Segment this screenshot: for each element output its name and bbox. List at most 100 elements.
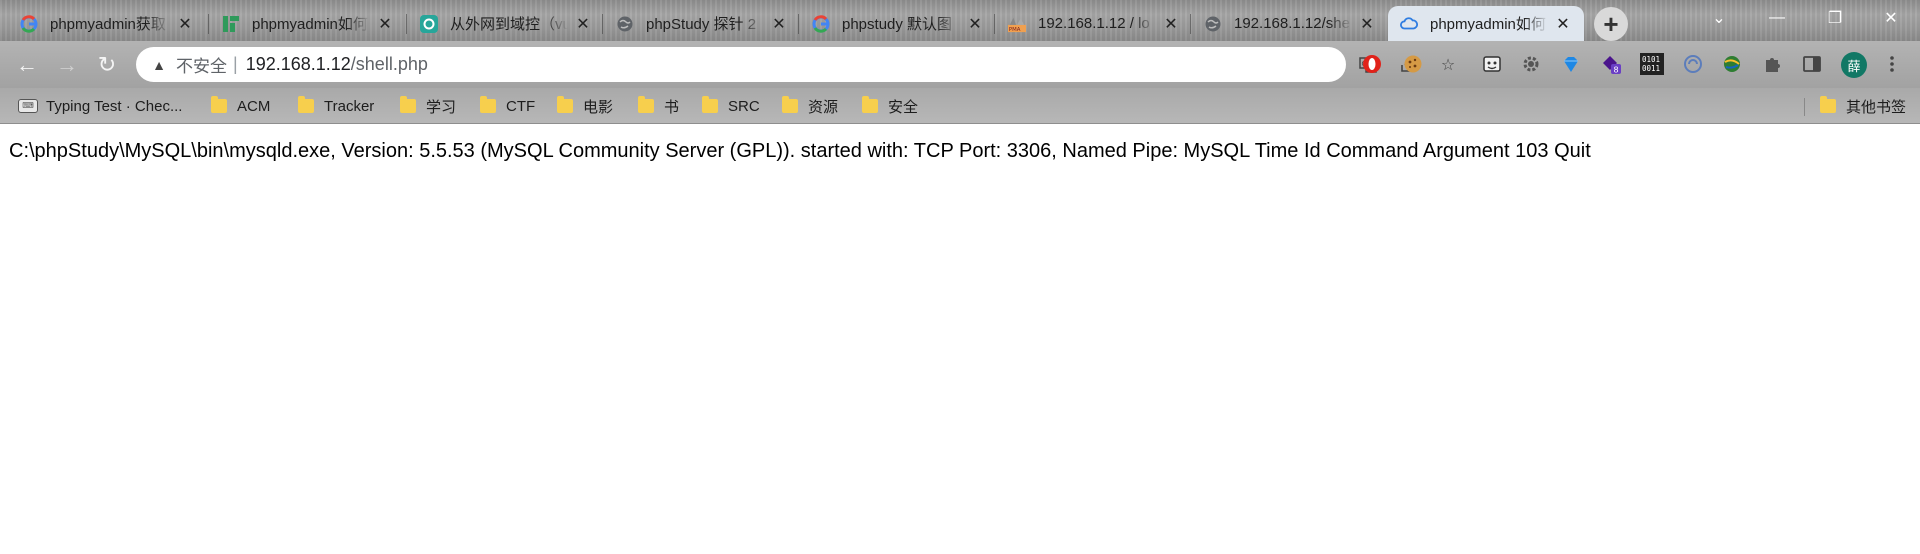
- folder-icon: [480, 96, 496, 113]
- page-output-text: C:\phpStudy\MySQL\bin\mysqld.exe, Versio…: [9, 140, 1591, 162]
- bookmark-label: 资源: [808, 98, 839, 116]
- minimize-icon: —: [1769, 9, 1785, 26]
- warning-icon: ▲: [152, 56, 166, 73]
- tab-title: phpmyadmin如何: [252, 16, 368, 33]
- side-panel-icon[interactable]: [1801, 53, 1823, 75]
- url-text[interactable]: 192.168.1.12/shell.php: [246, 54, 428, 75]
- bookmark-label: SRC: [728, 97, 760, 115]
- tab-4[interactable]: phpStudy 探针 2 ✕: [604, 6, 800, 41]
- folder-icon: [400, 96, 416, 113]
- bookmark-label: Tracker: [324, 97, 375, 115]
- folder-icon: [638, 96, 654, 113]
- cookie-icon[interactable]: [1402, 53, 1424, 75]
- restore-button[interactable]: ❐: [1806, 0, 1864, 36]
- avatar[interactable]: 薛: [1841, 52, 1867, 78]
- url-path: /shell.php: [350, 54, 428, 74]
- close-icon[interactable]: ✕: [1554, 15, 1572, 33]
- bookmark-typing-test[interactable]: ⌨ Typing Test · Chec...: [18, 94, 182, 118]
- bookmarks-bar: ⌨ Typing Test · Chec... ACM Tracker 学习 C…: [0, 88, 1920, 124]
- bookmark-label: 安全: [888, 98, 919, 116]
- close-icon[interactable]: ✕: [966, 15, 984, 33]
- binary-label-top: 0101: [1642, 55, 1660, 64]
- star-icon[interactable]: ☆: [1438, 55, 1458, 75]
- url-host: 192.168.1.12: [245, 54, 351, 74]
- arrow-left-icon: ←: [16, 52, 38, 77]
- new-tab-button[interactable]: +: [1594, 7, 1628, 41]
- browser-toolbar: ← → ↻ ▲ 不安全 | 192.168.1.12/shell.php G ☆…: [0, 41, 1920, 88]
- keyboard-icon: ⌨: [18, 99, 38, 113]
- address-bar[interactable]: ▲ 不安全 | 192.168.1.12/shell.php G ☆: [136, 47, 1455, 82]
- svg-text:PMA: PMA: [1009, 27, 1021, 33]
- screenshot-extension-icon[interactable]: [1481, 53, 1503, 75]
- folder-icon: [782, 96, 798, 113]
- tab-8-active[interactable]: phpmyadmin如何 ✕: [1388, 6, 1584, 41]
- bookmark-label: Typing Test · Chec...: [46, 97, 183, 115]
- tab-3[interactable]: 从外网到域控（vu ✕: [408, 6, 604, 41]
- tab-title: phpstudy 默认图: [842, 16, 953, 33]
- binary-extension-icon[interactable]: 0101 0011: [1640, 53, 1664, 75]
- close-icon: ✕: [1884, 10, 1898, 27]
- wappalyzer-icon[interactable]: 8: [1600, 53, 1622, 75]
- tab-5[interactable]: phpstudy 默认图 ✕: [800, 6, 996, 41]
- tab-title: phpmyadmin如何: [1430, 16, 1546, 33]
- bookmark-folder-other[interactable]: 其他书签: [1820, 94, 1906, 118]
- bookmark-label: CTF: [506, 97, 536, 115]
- close-icon[interactable]: ✕: [1358, 15, 1376, 33]
- restore-icon: ❐: [1827, 10, 1843, 27]
- extension-badge: 8: [1614, 66, 1619, 75]
- bookmark-label: 学习: [426, 98, 457, 116]
- bookmark-folder-tracker[interactable]: Tracker: [298, 94, 374, 118]
- cloud-icon: [1400, 15, 1418, 33]
- folder-icon: [862, 96, 878, 113]
- link-extension-icon[interactable]: [1682, 53, 1704, 75]
- tab-title: 192.168.1.12/she: [1234, 15, 1350, 32]
- folder-icon: [702, 96, 718, 113]
- close-icon[interactable]: ✕: [574, 15, 592, 33]
- back-button[interactable]: ←: [10, 48, 44, 82]
- bookmark-folder-resources[interactable]: 资源: [782, 94, 838, 118]
- tab-title: phpmyadmin获取: [50, 16, 166, 33]
- close-icon[interactable]: ✕: [176, 15, 194, 33]
- bookmark-label: 电影: [583, 98, 614, 116]
- reload-button[interactable]: ↻: [90, 48, 124, 82]
- binary-label-bottom: 0011: [1642, 64, 1660, 73]
- tab-2[interactable]: phpmyadmin如何 ✕: [210, 6, 406, 41]
- tab-6[interactable]: PMA 192.168.1.12 / lo ✕: [996, 6, 1192, 41]
- menu-icon[interactable]: [1881, 53, 1903, 75]
- gear-icon[interactable]: [1520, 53, 1542, 75]
- forward-button[interactable]: →: [50, 48, 84, 82]
- globe-extension-icon[interactable]: [1721, 53, 1743, 75]
- diamond-icon[interactable]: [1560, 53, 1582, 75]
- avatar-initial: 薛: [1847, 58, 1861, 74]
- tab-title: phpStudy 探针 2: [646, 16, 757, 33]
- bookmark-folder-movies[interactable]: 电影: [557, 94, 613, 118]
- tencent-cloud-icon: [222, 15, 240, 33]
- tab-7[interactable]: 192.168.1.12/she ✕: [1192, 6, 1388, 41]
- bookmark-folder-src[interactable]: SRC: [702, 94, 760, 118]
- bookmark-folder-ctf[interactable]: CTF: [480, 94, 535, 118]
- close-window-button[interactable]: ✕: [1862, 0, 1920, 36]
- reload-icon: ↻: [97, 52, 117, 77]
- globe-icon: [616, 15, 634, 33]
- bookmark-label: 书: [664, 98, 680, 116]
- divider: |: [233, 54, 238, 74]
- close-icon[interactable]: ✕: [1162, 15, 1180, 33]
- close-icon[interactable]: ✕: [376, 15, 394, 33]
- close-icon[interactable]: ✕: [770, 15, 788, 33]
- folder-icon: [211, 96, 227, 113]
- tab-title: 从外网到域控（vu: [450, 16, 568, 33]
- puzzle-icon[interactable]: [1761, 53, 1783, 75]
- bookmark-folder-acm[interactable]: ACM: [211, 94, 270, 118]
- folder-icon: [1820, 96, 1836, 113]
- minimize-button[interactable]: —: [1748, 0, 1806, 36]
- opera-icon[interactable]: [1361, 53, 1383, 75]
- bookmark-folder-study[interactable]: 学习: [400, 94, 456, 118]
- plus-icon: +: [1603, 8, 1619, 39]
- tab-1[interactable]: phpmyadmin获取 ✕: [8, 6, 206, 41]
- tab-title: 192.168.1.12 / lo: [1038, 15, 1150, 32]
- bookmark-folder-books[interactable]: 书: [638, 94, 679, 118]
- tab-search-button[interactable]: ⌄: [1690, 0, 1748, 36]
- security-label: 不安全: [176, 57, 227, 76]
- bookmark-folder-security[interactable]: 安全: [862, 94, 918, 118]
- google-icon: [812, 14, 830, 33]
